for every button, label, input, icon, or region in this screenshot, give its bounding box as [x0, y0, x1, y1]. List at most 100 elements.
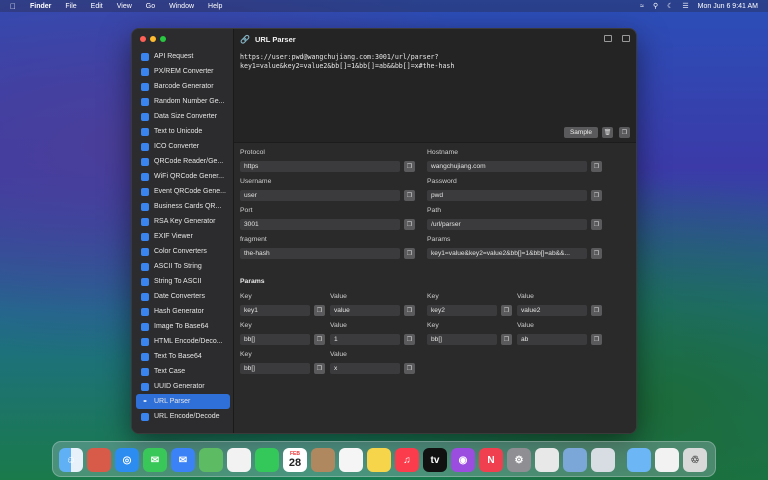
close-window-button[interactable]: [140, 36, 146, 42]
url-input[interactable]: https://user:pwd@wangchujiang.com:3001/u…: [234, 49, 636, 127]
param-key-field[interactable]: bb[]: [240, 363, 310, 374]
param-value-field[interactable]: ab: [517, 334, 587, 345]
control-center-icon[interactable]: ☰: [682, 2, 688, 10]
sidebar-item[interactable]: EXIF Viewer: [136, 229, 230, 244]
trash-icon[interactable]: ♲: [683, 448, 707, 472]
param-key-field[interactable]: bb[]: [427, 334, 497, 345]
sidebar-item[interactable]: Hash Generator: [136, 304, 230, 319]
fragment-copy-icon[interactable]: ❐: [404, 248, 415, 259]
sidebar-toggle-icon[interactable]: [622, 35, 630, 42]
minimize-window-button[interactable]: [150, 36, 156, 42]
script-editor-icon[interactable]: [535, 448, 559, 472]
podcasts-icon[interactable]: ◉: [451, 448, 475, 472]
sidebar-item[interactable]: Date Converters: [136, 289, 230, 304]
path-copy-icon[interactable]: ❐: [591, 219, 602, 230]
param-key-copy-icon[interactable]: ❐: [501, 305, 512, 316]
sidebar-item[interactable]: HTML Encode/Deco...: [136, 334, 230, 349]
settings-icon[interactable]: ⚙: [507, 448, 531, 472]
photos-icon[interactable]: [227, 448, 251, 472]
sample-button[interactable]: Sample: [564, 127, 598, 138]
sidebar-item[interactable]: WiFi QRCode Gener...: [136, 169, 230, 184]
sidebar-item[interactable]: Text To Base64: [136, 349, 230, 364]
maps-icon[interactable]: [199, 448, 223, 472]
trash-icon[interactable]: 🗑: [602, 127, 613, 138]
param-value-copy-icon[interactable]: ❐: [591, 305, 602, 316]
fragment-field[interactable]: the-hash: [240, 248, 400, 259]
sidebar-item[interactable]: Text Case: [136, 364, 230, 379]
path-field[interactable]: /url/parser: [427, 219, 587, 230]
param-value-field[interactable]: value2: [517, 305, 587, 316]
param-key-field[interactable]: key1: [240, 305, 310, 316]
password-field[interactable]: pwd: [427, 190, 587, 201]
sidebar-item[interactable]: Data Size Converter: [136, 109, 230, 124]
param-key-field[interactable]: key2: [427, 305, 497, 316]
zoom-window-button[interactable]: [160, 36, 166, 42]
param-key-copy-icon[interactable]: ❐: [314, 305, 325, 316]
launchpad-icon[interactable]: [87, 448, 111, 472]
hostname-field[interactable]: wangchujiang.com: [427, 161, 587, 172]
sidebar-item[interactable]: QRCode Reader/Ge...: [136, 154, 230, 169]
params-string-copy-icon[interactable]: ❐: [591, 248, 602, 259]
notes-icon[interactable]: [367, 448, 391, 472]
tv-icon[interactable]: tv: [423, 448, 447, 472]
sidebar-item[interactable]: Text to Unicode: [136, 124, 230, 139]
sidebar-item[interactable]: Image To Base64: [136, 319, 230, 334]
sidebar-item[interactable]: Random Number Ge...: [136, 94, 230, 109]
port-field[interactable]: 3001: [240, 219, 400, 230]
wifi-icon[interactable]: ≈: [640, 3, 644, 10]
menu-window[interactable]: Window: [169, 3, 194, 10]
search-icon[interactable]: ⚲: [653, 2, 658, 10]
music-icon[interactable]: ♫: [395, 448, 419, 472]
preview-icon[interactable]: [563, 448, 587, 472]
menu-edit[interactable]: Edit: [91, 3, 103, 10]
document-icon[interactable]: [655, 448, 679, 472]
menu-app-name[interactable]: Finder: [30, 3, 51, 10]
sidebar-item[interactable]: Event QRCode Gene...: [136, 184, 230, 199]
mail-icon[interactable]: ✉: [171, 448, 195, 472]
reminders-icon[interactable]: [339, 448, 363, 472]
param-value-field[interactable]: value: [330, 305, 400, 316]
sidebar-item[interactable]: PX/REM Converter: [136, 64, 230, 79]
protocol-copy-icon[interactable]: ❐: [404, 161, 415, 172]
param-key-copy-icon[interactable]: ❐: [314, 334, 325, 345]
param-value-copy-icon[interactable]: ❐: [404, 363, 415, 374]
safari-icon[interactable]: ◎: [115, 448, 139, 472]
calendar-icon[interactable]: FEB 28: [283, 448, 307, 472]
apple-icon[interactable]: : [10, 2, 16, 11]
sidebar-item[interactable]: ASCII To String: [136, 259, 230, 274]
param-value-field[interactable]: 1: [330, 334, 400, 345]
folder-icon[interactable]: [627, 448, 651, 472]
param-key-field[interactable]: bb[]: [240, 334, 310, 345]
sidebar-item[interactable]: ⚭ URL Parser: [136, 394, 230, 409]
messages-icon[interactable]: ✉: [143, 448, 167, 472]
username-field[interactable]: user: [240, 190, 400, 201]
finder-icon[interactable]: ☺: [59, 448, 83, 472]
grid-icon[interactable]: [604, 35, 612, 42]
protocol-field[interactable]: https: [240, 161, 400, 172]
param-key-copy-icon[interactable]: ❐: [501, 334, 512, 345]
menu-file[interactable]: File: [65, 3, 76, 10]
sidebar-item[interactable]: RSA Key Generator: [136, 214, 230, 229]
sidebar-item[interactable]: ICO Converter: [136, 139, 230, 154]
params-string-field[interactable]: key1=value&key2=value2&bb[]=1&bb[]=ab&&.…: [427, 248, 587, 259]
copy-icon[interactable]: ❐: [619, 127, 630, 138]
app-icon[interactable]: [591, 448, 615, 472]
sidebar-item[interactable]: String To ASCII: [136, 274, 230, 289]
password-copy-icon[interactable]: ❐: [591, 190, 602, 201]
param-value-copy-icon[interactable]: ❐: [404, 334, 415, 345]
port-copy-icon[interactable]: ❐: [404, 219, 415, 230]
param-value-field[interactable]: x: [330, 363, 400, 374]
param-value-copy-icon[interactable]: ❐: [591, 334, 602, 345]
sidebar-item[interactable]: URL Encode/Decode: [136, 409, 230, 424]
menu-help[interactable]: Help: [208, 3, 222, 10]
username-copy-icon[interactable]: ❐: [404, 190, 415, 201]
sidebar-item[interactable]: Color Converters: [136, 244, 230, 259]
facetime-icon[interactable]: [255, 448, 279, 472]
menu-go[interactable]: Go: [146, 3, 155, 10]
sidebar-item[interactable]: UUID Generator: [136, 379, 230, 394]
hostname-copy-icon[interactable]: ❐: [591, 161, 602, 172]
param-value-copy-icon[interactable]: ❐: [404, 305, 415, 316]
news-icon[interactable]: N: [479, 448, 503, 472]
focus-moon-icon[interactable]: ☾: [667, 2, 673, 10]
sidebar-item[interactable]: Business Cards QR...: [136, 199, 230, 214]
